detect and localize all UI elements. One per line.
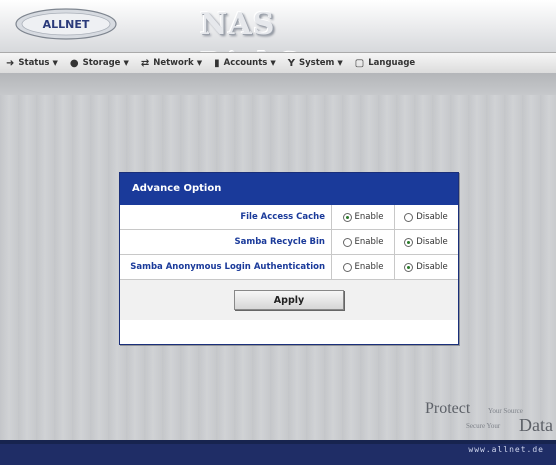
file-access-cache-disable[interactable]: Disable: [395, 205, 457, 229]
watermark-word-protect: Protect: [425, 400, 471, 417]
option-row-samba-recycle-bin: Samba Recycle Bin Enable Disable: [120, 230, 458, 255]
samba-anonymous-login-disable[interactable]: Disable: [395, 255, 457, 279]
option-label: Samba Recycle Bin: [120, 230, 332, 254]
menu-system-label: System: [298, 58, 335, 68]
file-access-cache-enable[interactable]: Enable: [332, 205, 395, 229]
chevron-down-icon: ▼: [52, 59, 58, 67]
menu-network-label: Network: [153, 58, 194, 68]
radio-button[interactable]: [342, 212, 352, 222]
chevron-down-icon: ▼: [123, 59, 129, 67]
radio-button[interactable]: [404, 262, 414, 272]
footer-bar: www.allnet.de: [0, 440, 556, 465]
language-icon: ▢: [354, 57, 365, 69]
chevron-down-icon: ▼: [196, 59, 203, 67]
menu-storage-label: Storage: [82, 58, 121, 68]
radio-button[interactable]: [342, 237, 352, 247]
storage-icon: ●: [69, 57, 79, 69]
menu-storage[interactable]: ● Storage ▼: [67, 58, 132, 69]
chevron-down-icon: ▼: [337, 59, 343, 67]
apply-row: Apply: [120, 280, 458, 320]
radio-button[interactable]: [342, 262, 352, 272]
radio-label: Disable: [416, 212, 448, 222]
menu-status[interactable]: ➜ Status ▼: [0, 58, 61, 69]
watermark-secure-your: Secure Your: [466, 422, 501, 430]
menu-network[interactable]: ⇄ Network ▼: [138, 58, 205, 69]
content-top-band: [0, 73, 556, 95]
radio-button[interactable]: [404, 212, 414, 222]
radio-label: Enable: [354, 237, 384, 247]
option-label: File Access Cache: [120, 205, 332, 229]
samba-recycle-bin-disable[interactable]: Disable: [395, 230, 457, 254]
menu-language[interactable]: ▢ Language: [352, 58, 418, 69]
menu-accounts-label: Accounts: [223, 58, 268, 68]
status-icon: ➜: [6, 57, 15, 69]
svg-text:ALLNET: ALLNET: [43, 18, 90, 31]
menu-language-label: Language: [368, 58, 416, 68]
protect-your-data-watermark: Protect Your Source Secure Your Data: [425, 398, 556, 440]
apply-button[interactable]: Apply: [234, 290, 344, 310]
menu-status-label: Status: [18, 58, 50, 68]
chevron-down-icon: ▼: [270, 59, 276, 67]
accounts-icon: ▮: [214, 57, 220, 69]
allnet-logo: ALLNET: [14, 6, 124, 42]
watermark-word-data: Data: [519, 415, 553, 435]
radio-label: Enable: [354, 262, 384, 272]
app-title: NAS DiskServer: [200, 7, 393, 82]
advance-option-panel: Advance Option File Access Cache Enable …: [119, 172, 459, 345]
footer-url: www.allnet.de: [468, 445, 544, 454]
panel-title: Advance Option: [120, 173, 458, 205]
app-header: ALLNET NAS DiskServer: [0, 0, 556, 82]
radio-label: Disable: [416, 237, 448, 247]
option-label: Samba Anonymous Login Authentication: [120, 255, 332, 279]
option-row-file-access-cache: File Access Cache Enable Disable: [120, 205, 458, 230]
radio-label: Enable: [354, 212, 384, 222]
samba-recycle-bin-enable[interactable]: Enable: [332, 230, 395, 254]
main-menu-bar: ➜ Status ▼ ● Storage ▼ ⇄ Network ▼ ▮ Acc…: [0, 52, 556, 74]
system-icon: Y: [287, 57, 295, 69]
radio-label: Disable: [416, 262, 448, 272]
watermark-your-source: Your Source: [488, 407, 523, 415]
samba-anonymous-login-enable[interactable]: Enable: [332, 255, 395, 279]
menu-accounts[interactable]: ▮ Accounts ▼: [211, 58, 279, 69]
network-icon: ⇄: [140, 57, 150, 69]
radio-button[interactable]: [404, 237, 414, 247]
menu-system[interactable]: Y System ▼: [285, 58, 346, 69]
option-row-samba-anonymous-login: Samba Anonymous Login Authentication Ena…: [120, 255, 458, 280]
